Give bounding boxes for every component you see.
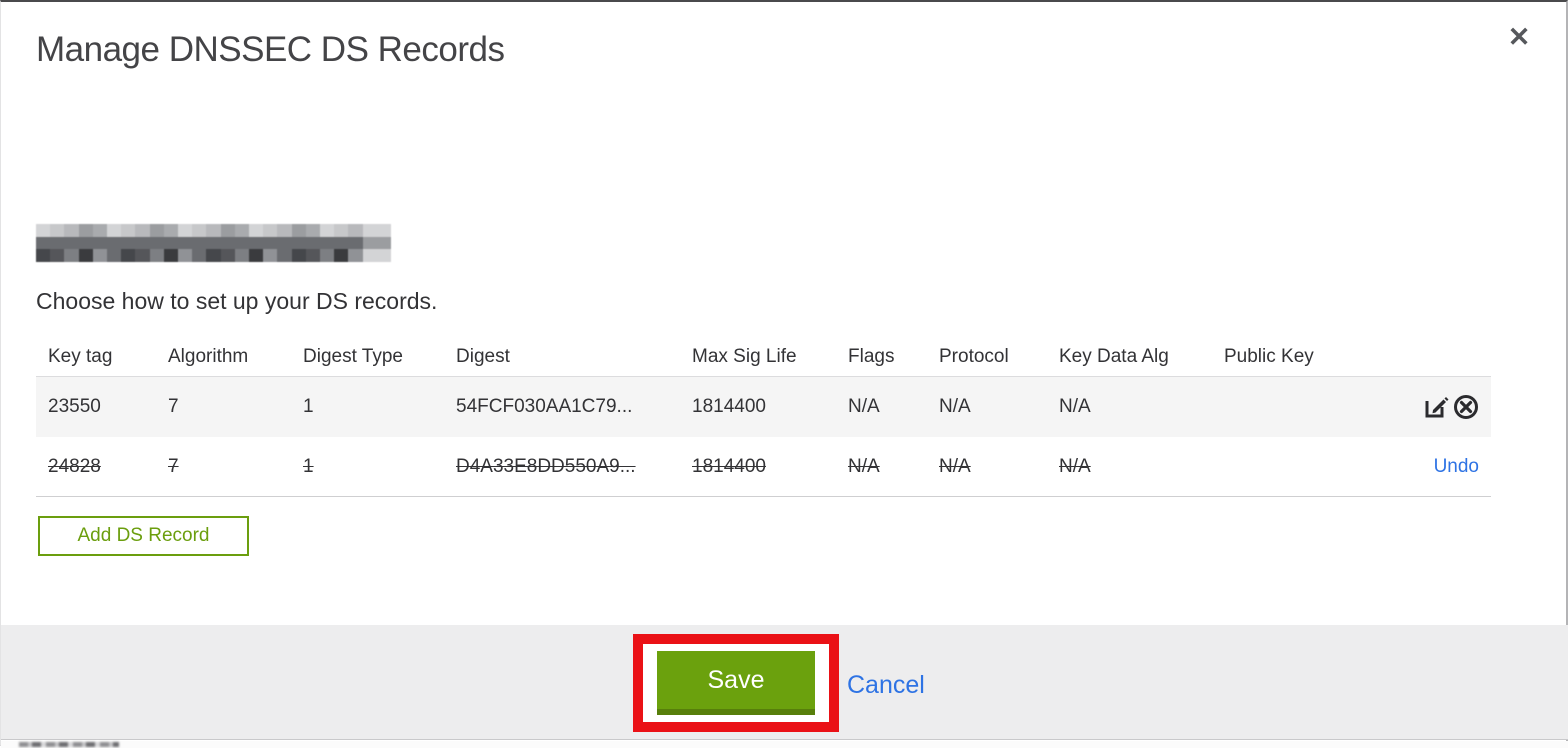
cell-digest: 54FCF030AA1C79... [456,396,633,417]
cell-protocol: N/A [939,455,971,477]
cell-flags: N/A [848,455,880,477]
column-header-key-tag: Key tag [48,345,113,367]
close-icon[interactable]: ✕ [1502,20,1536,54]
instruction-text: Choose how to set up your DS records. [36,288,438,314]
table-row: 23550 7 1 54FCF030AA1C79... 1814400 N/A … [36,377,1491,437]
dnssec-modal: Manage DNSSEC DS Records ✕ Choose how to… [0,0,1568,748]
ds-records-table: Key tag Algorithm Digest Type Digest Max… [36,337,1491,497]
cell-max-sig-life: 1814400 [692,455,766,477]
redacted-domain-name [36,224,391,262]
cell-flags: N/A [848,396,880,417]
column-header-flags: Flags [848,345,895,367]
table-header-row: Key tag Algorithm Digest Type Digest Max… [36,337,1491,377]
cell-key-tag: 23550 [48,396,101,417]
cell-digest: D4A33E8DD550A9... [456,455,636,477]
add-ds-record-button[interactable]: Add DS Record [38,516,249,556]
cell-digest-type: 1 [303,396,314,417]
cell-key-data-alg: N/A [1059,455,1091,477]
page-title: Manage DNSSEC DS Records [36,30,505,69]
column-header-public-key: Public Key [1224,345,1314,367]
cell-algorithm: 7 [168,455,179,477]
column-header-key-data-alg: Key Data Alg [1059,345,1169,367]
table-row-deleted: 24828 7 1 D4A33E8DD550A9... 1814400 N/A … [36,437,1491,497]
column-header-digest: Digest [456,345,510,367]
column-header-algorithm: Algorithm [168,345,249,367]
row-actions: Undo [1224,456,1479,478]
cell-key-tag: 24828 [48,455,101,477]
undo-link[interactable]: Undo [1434,456,1479,478]
save-button-annotation-highlight: Save [633,634,839,732]
cell-key-data-alg: N/A [1059,396,1091,417]
cell-protocol: N/A [939,396,971,417]
cell-algorithm: 7 [168,396,179,417]
cancel-link[interactable]: Cancel [847,671,925,700]
delete-icon[interactable] [1453,394,1479,420]
save-button[interactable]: Save [657,651,815,715]
column-header-protocol: Protocol [939,345,1009,367]
row-actions [1224,394,1479,420]
modal-footer: Save Cancel [1,625,1568,740]
background-page-sliver [1,741,1568,748]
cell-digest-type: 1 [303,455,314,477]
edit-icon[interactable] [1423,394,1449,420]
cell-max-sig-life: 1814400 [692,396,766,417]
column-header-max-sig-life: Max Sig Life [692,345,797,367]
column-header-digest-type: Digest Type [303,345,403,367]
background-page-content [19,742,119,747]
